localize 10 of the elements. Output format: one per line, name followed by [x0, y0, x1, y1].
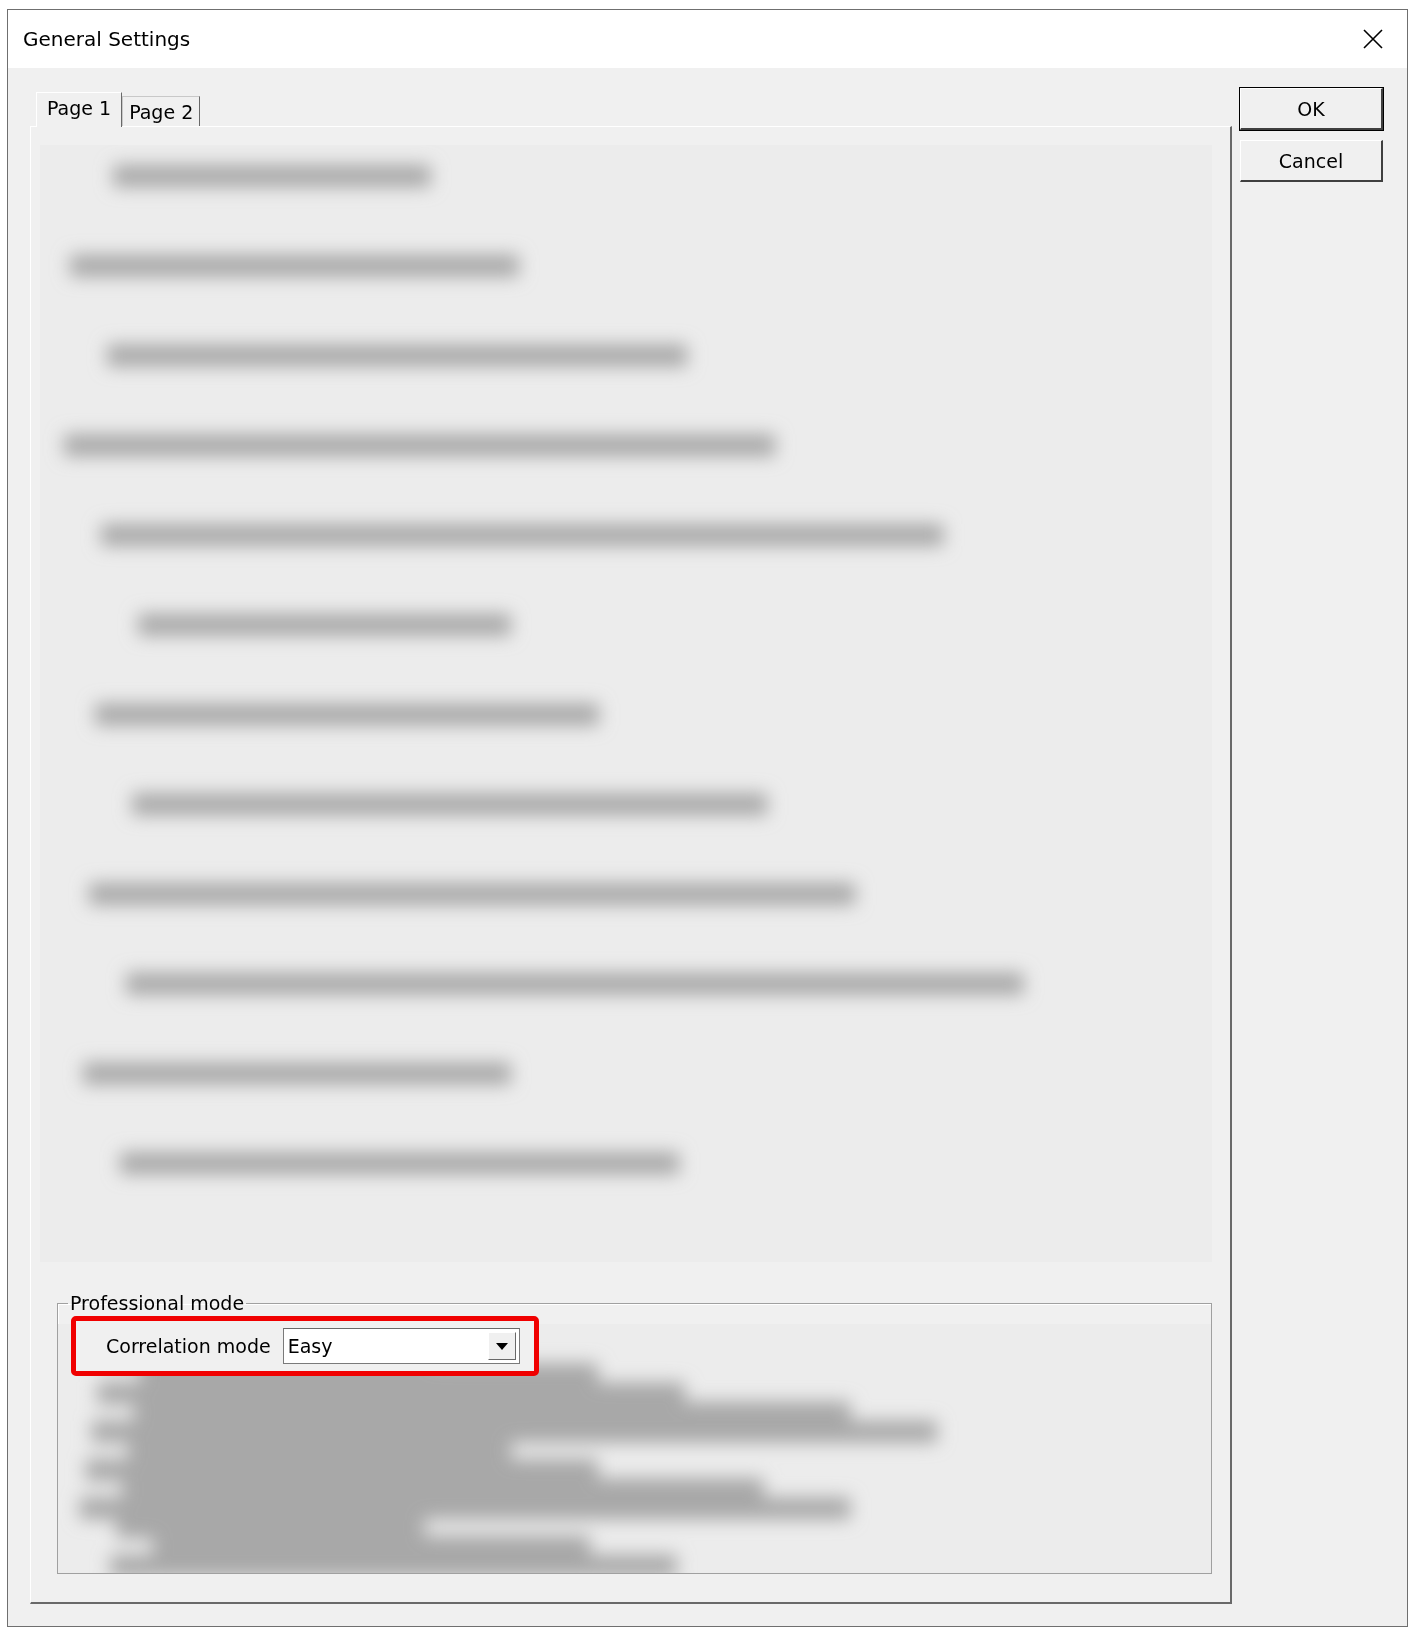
ok-button[interactable]: OK [1240, 88, 1383, 130]
tab[interactable]: Page 1 [36, 92, 123, 127]
window-title: General Settings [23, 27, 191, 51]
field-label: Correlation mode [106, 1335, 271, 1357]
combo-box[interactable]: Easy [282, 1328, 520, 1364]
group-title: Professional mode [69, 1292, 246, 1314]
cancel-button[interactable]: Cancel [1240, 140, 1383, 182]
tab[interactable]: Page 2 [122, 96, 201, 126]
close-icon [1363, 29, 1383, 49]
dropdown-arrow-icon [496, 1342, 508, 1350]
